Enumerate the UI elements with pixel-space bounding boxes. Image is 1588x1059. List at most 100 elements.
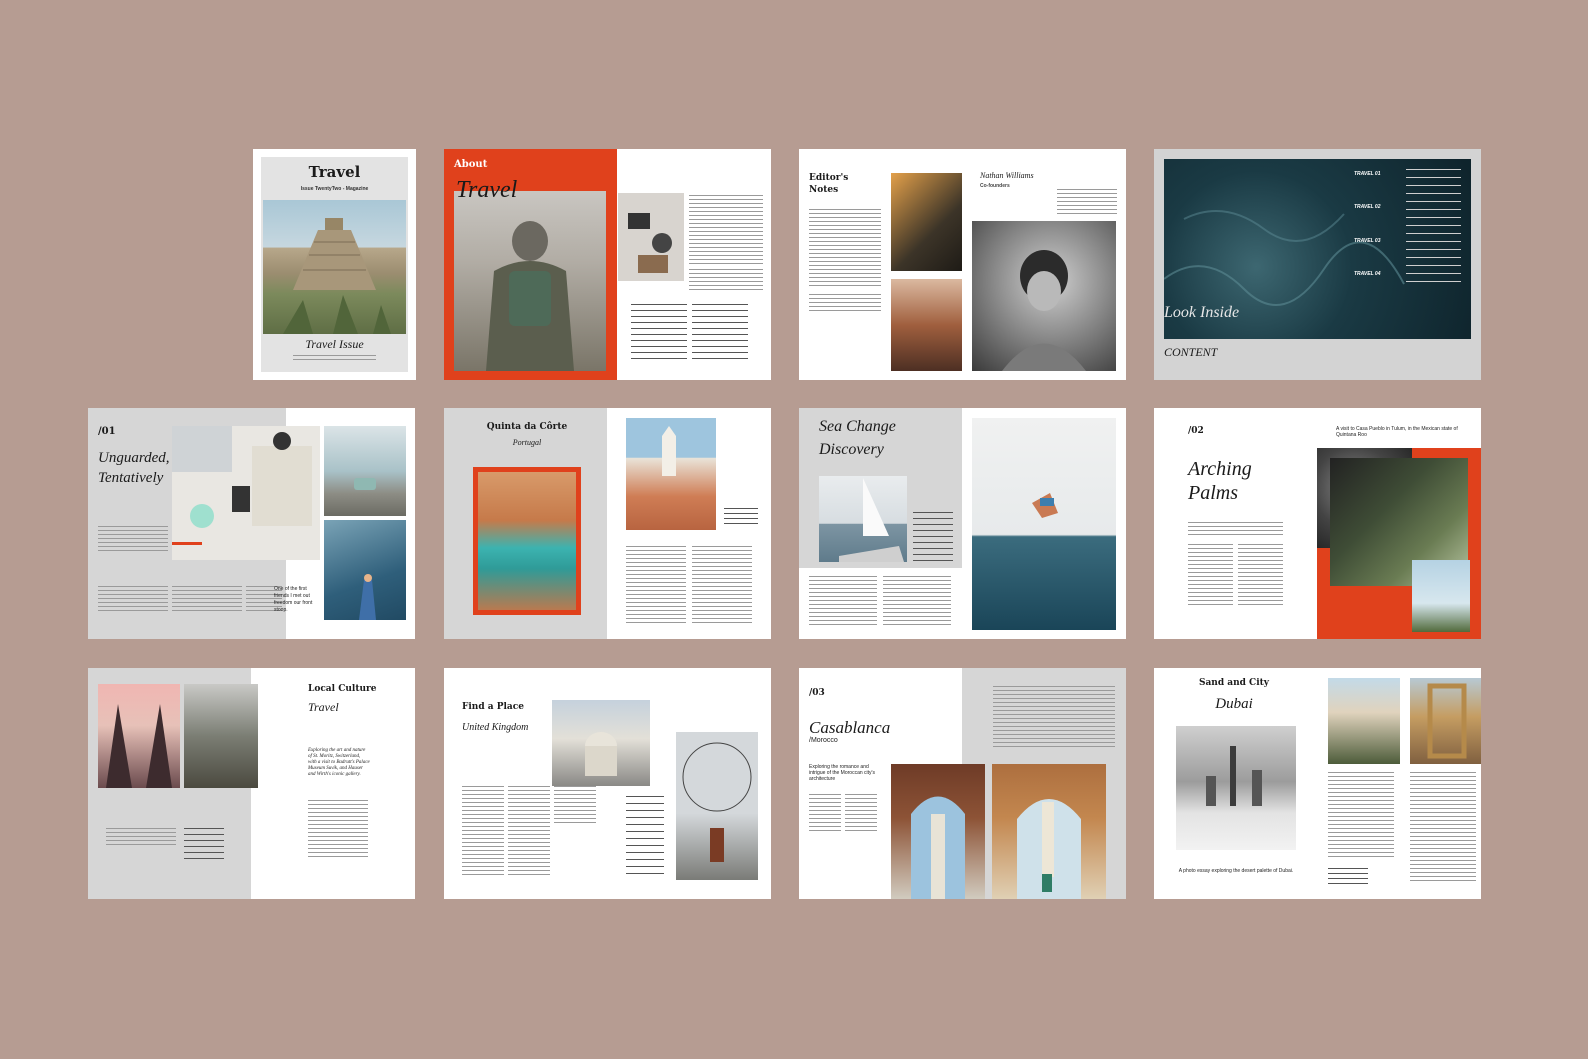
about-body-2 [689,269,763,291]
ferris-wheel-icon [682,742,752,862]
camera-flatlay-photo [618,193,684,281]
mosque-arch-photo [891,764,985,899]
foggy-city-photo [1176,726,1296,850]
quinta-frame [473,467,581,615]
seachange-body-1 [809,576,877,626]
frame-tower-photo [1410,678,1481,764]
casablanca-script: Casablanca [809,718,891,737]
editors-author: Nathan Williams [980,171,1034,180]
seachange-script-2: Discovery [819,441,884,458]
findplace-body-2 [508,786,550,876]
about-spread[interactable]: About Travel [444,149,771,380]
about-body [689,195,763,265]
contents-spread[interactable]: Look Inside CONTENT TRAVEL 01 TRAVEL 02 … [1154,149,1481,380]
cover-title: Travel [308,163,361,181]
unguarded-intro [98,526,168,552]
backpacker-icon [486,221,574,371]
quinta-body-2 [692,546,752,626]
unguarded-number: /01 [98,426,116,437]
find-place-spread[interactable]: Find a Place United Kingdom [444,668,771,899]
sand-city-spread[interactable]: Sand and City Dubai A photo essay explor… [1154,668,1481,899]
travel-flatlay-photo [172,426,320,560]
unguarded-body-2 [172,586,242,614]
local-culture-spread[interactable]: Local Culture Travel Exploring the art a… [88,668,415,899]
sandcity-body-1 [1328,772,1394,860]
seachange-script-1: Sea Change [819,418,896,435]
quinta-title: Quinta da Côrte [486,422,568,432]
about-script: Travel [456,177,518,203]
findplace-body-3 [554,786,596,826]
sandcity-body-2 [1410,772,1476,882]
church-icon [662,426,676,476]
camera-icon [628,213,672,273]
sandcity-credits [1328,868,1368,886]
casablanca-spread[interactable]: /03 Casablanca /Morocco Exploring the ro… [799,668,1126,899]
unguarded-spread[interactable]: /01 Unguarded, Tentatively One of the fi… [88,408,415,639]
mountain-gate-photo [184,684,258,788]
cover-page[interactable]: Travel Issue TwentyTwo - Magazine Travel… [253,149,416,380]
findplace-title: Find a Place [462,702,524,712]
cathedral-photo [552,700,650,786]
sandcity-title: Sand and City [1198,678,1270,688]
seachange-spread[interactable]: Sea Change Discovery [799,408,1126,639]
arching-spread[interactable]: /02 Arching Palms A visit to Casa Pueblo… [1154,408,1481,639]
kayak-icon [359,574,376,620]
casablanca-number: /03 [809,688,825,698]
findplace-credits [626,796,664,876]
arch-icon [911,796,965,899]
editors-body [809,209,881,289]
about-credits-2 [692,304,748,364]
diver-icon [1032,493,1058,518]
skyline-icon [1206,746,1262,806]
findplace-script: United Kingdom [462,722,529,733]
seachange-credits [913,512,953,562]
editors-author-role: Co-founders [980,183,1010,189]
arching-script-2: Palms [1188,482,1238,504]
portrait-icon [1002,250,1086,371]
sandcity-caption: A photo essay exploring the desert palet… [1178,868,1294,874]
local-credits-2 [184,828,224,860]
quinta-spread[interactable]: Quinta da Côrte Portugal [444,408,771,639]
casablanca-body-2 [845,794,877,834]
editors-title-2: Notes [809,185,839,195]
casablanca-sub: /Morocco [809,737,838,744]
portrait-photo [972,221,1116,371]
rock-climber-photo [891,279,962,371]
arching-number: /02 [1188,426,1204,436]
hiker-photo [891,173,962,271]
arching-body-2 [1238,544,1283,606]
van-icon [354,478,376,490]
temple-gate-photo [98,684,180,788]
unguarded-script-1: Unguarded, [98,450,170,466]
about-credits [631,304,687,364]
unguarded-caption: One of the first friends I met out freed… [274,586,313,613]
gate-icon [106,704,172,788]
editors-title-1: Editor's [809,173,849,183]
contents-entry-2[interactable]: TRAVEL 02 [1354,204,1381,210]
van-beach-photo [324,426,406,516]
casablanca-intro: Exploring the romance and intrigue of th… [809,764,875,782]
local-quote: Exploring the art and nature of St. Mori… [308,748,370,777]
casablanca-body-1 [809,794,841,834]
mosque-courtyard-photo [992,764,1106,899]
pyramid-icon [283,218,391,334]
cover-issue: Issue TwentyTwo - Magazine [300,186,369,192]
contents-entry-1[interactable]: TRAVEL 01 [1354,171,1381,177]
arching-script-1: Arching [1188,458,1252,480]
local-body [308,800,368,860]
about-heading: About [454,159,488,170]
editors-notes-spread[interactable]: Editor's Notes Nathan Williams Co-founde… [799,149,1126,380]
unguarded-script-2: Tentatively [98,470,164,486]
contents-entry-4[interactable]: TRAVEL 04 [1354,271,1381,277]
dome-icon [585,732,617,776]
cover-script: Travel Issue [305,337,364,351]
frame-icon [1427,683,1467,759]
unguarded-body-1 [98,586,168,614]
contents-script: Look Inside [1164,304,1240,321]
local-title: Local Culture [308,684,377,694]
arching-intro [1188,522,1283,536]
contents-entry-3[interactable]: TRAVEL 03 [1354,238,1381,244]
local-script: Travel [308,700,339,714]
lagos-cove-photo [478,472,576,610]
sandcity-script: Dubai [1215,696,1253,712]
